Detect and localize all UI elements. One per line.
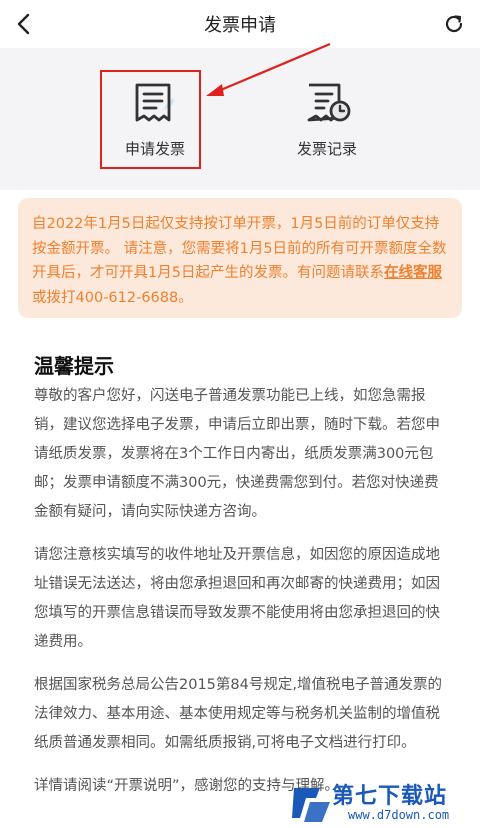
tips-paragraph: 请您注意核实填写的收件地址及开票信息，如因您的原因造成地址错误无法送达，将由您承…: [34, 547, 440, 650]
apply-invoice-button[interactable]: 申请发票: [100, 72, 210, 182]
online-support-link[interactable]: 在线客服: [384, 265, 442, 281]
page-title: 发票申请: [204, 15, 276, 36]
chevron-left-icon[interactable]: [14, 12, 34, 36]
app-header: 发票申请: [0, 0, 480, 48]
tips-paragraph: 根据国家税务总局公告2015第84号规定,增值税电子普通发票的法律效力、基本用途…: [34, 677, 442, 751]
apply-invoice-label: 申请发票: [124, 140, 185, 158]
receipt-icon: [135, 83, 174, 122]
tips-paragraph: 详情请阅读“开票说明”，感谢您的支持与理解。: [34, 778, 340, 794]
refresh-icon[interactable]: [442, 12, 466, 36]
notice-banner: 自2022年1月5日起仅支持按订单开票，1月5日前的订单仅支持按金额开票。 请注…: [18, 198, 462, 318]
invoice-actions: 申请发票 发票记录: [0, 48, 480, 190]
tips-paragraph: 尊敬的客户您好，闪送电子普通发票功能已上线，如您急需报销，建议您选择电子发票，申…: [34, 388, 440, 520]
receipt-clock-icon: [307, 83, 351, 122]
tips-title: 温馨提示: [34, 354, 114, 378]
invoice-records-label: 发票记录: [296, 140, 357, 158]
notice-phone-text: 或拨打400-612-6688。: [32, 289, 193, 306]
invoice-records-button[interactable]: 发票记录: [272, 72, 382, 182]
tips-body: 尊敬的客户您好，闪送电子普通发票功能已上线，如您急需报销，建议您选择电子发票，申…: [34, 382, 448, 815]
